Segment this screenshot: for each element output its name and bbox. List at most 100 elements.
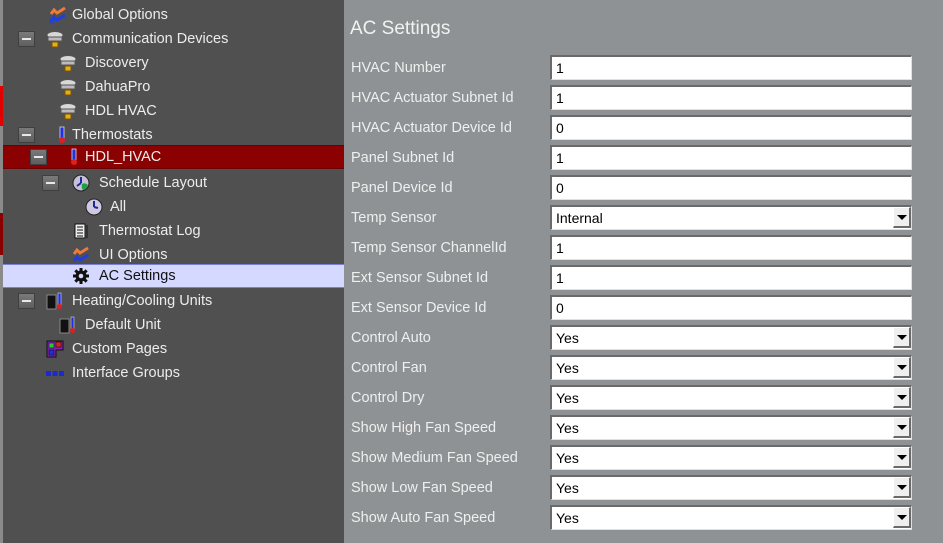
navigation-tree[interactable]: Global Options Communication Devices Dis…: [0, 0, 344, 543]
show-auto-fan-speed-dropdown[interactable]: Yes: [550, 505, 912, 530]
clock-icon: [85, 198, 103, 216]
dropdown-arrow-button[interactable]: [893, 447, 911, 468]
field-value: 0: [556, 180, 564, 196]
setting-row-panel-device-id: Panel Device Id 0: [344, 173, 943, 203]
chevron-down-icon: [896, 394, 907, 400]
field-value: 1: [556, 240, 564, 256]
ext-sensor-subnet-id-input[interactable]: 1: [550, 265, 912, 290]
temp-sensor-dropdown[interactable]: Internal: [550, 205, 912, 230]
control-dry-dropdown[interactable]: Yes: [550, 385, 912, 410]
page-title: AC Settings: [350, 18, 451, 39]
setting-label: Panel Subnet Id: [351, 150, 455, 166]
setting-row-show-auto-fan-speed: Show Auto Fan Speed Yes: [344, 503, 943, 533]
collapse-toggle[interactable]: [18, 293, 35, 309]
field-value: 1: [556, 90, 564, 106]
dropdown-arrow-button[interactable]: [893, 507, 911, 528]
setting-row-hvac-actuator-subnet-id: HVAC Actuator Subnet Id 1: [344, 83, 943, 113]
tree-item-global-options[interactable]: Global Options: [3, 3, 344, 27]
control-auto-dropdown[interactable]: Yes: [550, 325, 912, 350]
field-value: 1: [556, 60, 564, 76]
tree-item-label: Communication Devices: [72, 31, 229, 47]
control-fan-dropdown[interactable]: Yes: [550, 355, 912, 380]
thermometer-icon: [59, 126, 65, 143]
setting-label: Show Auto Fan Speed: [351, 510, 496, 526]
field-value: Yes: [556, 420, 579, 436]
tree-item-thermostat-log[interactable]: Thermostat Log: [3, 219, 344, 243]
chevron-down-icon: [896, 454, 907, 460]
ext-sensor-device-id-input[interactable]: 0: [550, 295, 912, 320]
setting-row-hvac-actuator-device-id: HVAC Actuator Device Id 0: [344, 113, 943, 143]
show-high-fan-speed-dropdown[interactable]: Yes: [550, 415, 912, 440]
setting-label: Control Fan: [351, 360, 427, 376]
tree-item-all[interactable]: All: [3, 195, 344, 219]
dropdown-arrow-button[interactable]: [893, 207, 911, 228]
field-value: 0: [556, 300, 564, 316]
show-medium-fan-speed-dropdown[interactable]: Yes: [550, 445, 912, 470]
log-icon: [74, 223, 88, 239]
tree-item-heating-cooling-units[interactable]: Heating/Cooling Units: [3, 289, 344, 313]
setting-row-temp-sensor-channelid: Temp Sensor ChannelId 1: [344, 233, 943, 263]
tree-item-label: Default Unit: [85, 317, 161, 333]
collapse-toggle[interactable]: [18, 127, 35, 143]
dropdown-arrow-button[interactable]: [893, 357, 911, 378]
setting-label: Control Auto: [351, 330, 431, 346]
collapse-toggle[interactable]: [30, 149, 47, 165]
tree-item-discovery[interactable]: Discovery: [3, 51, 344, 75]
field-value: 1: [556, 150, 564, 166]
collapse-toggle[interactable]: [18, 31, 35, 47]
tree-item-hdl-hvac-device[interactable]: HDL HVAC: [3, 99, 344, 123]
network-device-icon: [59, 55, 77, 72]
hvac-actuator-subnet-id-input[interactable]: 1: [550, 85, 912, 110]
chevron-down-icon: [896, 364, 907, 370]
setting-row-show-medium-fan-speed: Show Medium Fan Speed Yes: [344, 443, 943, 473]
setting-row-show-high-fan-speed: Show High Fan Speed Yes: [344, 413, 943, 443]
setting-row-control-auto: Control Auto Yes: [344, 323, 943, 353]
network-device-icon: [59, 103, 77, 120]
temp-sensor-channelid-input[interactable]: 1: [550, 235, 912, 260]
field-value: Yes: [556, 510, 579, 526]
dropdown-arrow-button[interactable]: [893, 417, 911, 438]
setting-row-hvac-number: HVAC Number 1: [344, 53, 943, 83]
dropdown-arrow-button[interactable]: [893, 387, 911, 408]
tree-item-hdl-hvac-thermostat[interactable]: HDL_HVAC: [3, 145, 344, 169]
thermometer-icon: [71, 148, 77, 165]
tree-item-dahuapro[interactable]: DahuaPro: [3, 75, 344, 99]
chevron-down-icon: [896, 214, 907, 220]
tree-item-label: Global Options: [72, 7, 168, 23]
tree-item-communication-devices[interactable]: Communication Devices: [3, 27, 344, 51]
tree-item-label: AC Settings: [99, 268, 176, 284]
collapse-toggle[interactable]: [42, 175, 59, 191]
gear-icon: [73, 268, 89, 284]
tree-item-label: Discovery: [85, 55, 149, 71]
tree-item-interface-groups[interactable]: Interface Groups: [3, 361, 344, 385]
setting-label: Temp Sensor: [351, 210, 437, 226]
field-value: Yes: [556, 390, 579, 406]
dropdown-arrow-button[interactable]: [893, 327, 911, 348]
options-icon: [72, 246, 89, 262]
network-device-icon: [59, 79, 77, 96]
tree-item-schedule-layout[interactable]: Schedule Layout: [3, 171, 344, 195]
dropdown-arrow-button[interactable]: [893, 477, 911, 498]
field-value: Internal: [556, 210, 603, 226]
tree-item-default-unit[interactable]: Default Unit: [3, 313, 344, 337]
panel-device-id-input[interactable]: 0: [550, 175, 912, 200]
setting-row-control-dry: Control Dry Yes: [344, 383, 943, 413]
hvac-actuator-device-id-input[interactable]: 0: [550, 115, 912, 140]
show-low-fan-speed-dropdown[interactable]: Yes: [550, 475, 912, 500]
tree-item-custom-pages[interactable]: Custom Pages: [3, 337, 344, 361]
setting-row-ext-sensor-subnet-id: Ext Sensor Subnet Id 1: [344, 263, 943, 293]
field-value: Yes: [556, 480, 579, 496]
setting-label: Show Low Fan Speed: [351, 480, 493, 496]
setting-label: Panel Device Id: [351, 180, 453, 196]
hvac-number-input[interactable]: 1: [550, 55, 912, 80]
panel-subnet-id-input[interactable]: 1: [550, 145, 912, 170]
tree-item-label: Interface Groups: [72, 365, 180, 381]
tree-item-ac-settings[interactable]: AC Settings: [3, 264, 344, 288]
chevron-down-icon: [896, 424, 907, 430]
chevron-down-icon: [896, 484, 907, 490]
hvac-unit-icon: [46, 292, 62, 310]
tree-item-thermostats[interactable]: Thermostats: [3, 123, 344, 147]
hvac-unit-icon: [59, 316, 75, 334]
setting-label: Ext Sensor Device Id: [351, 300, 487, 316]
tree-item-label: Thermostats: [72, 127, 153, 143]
